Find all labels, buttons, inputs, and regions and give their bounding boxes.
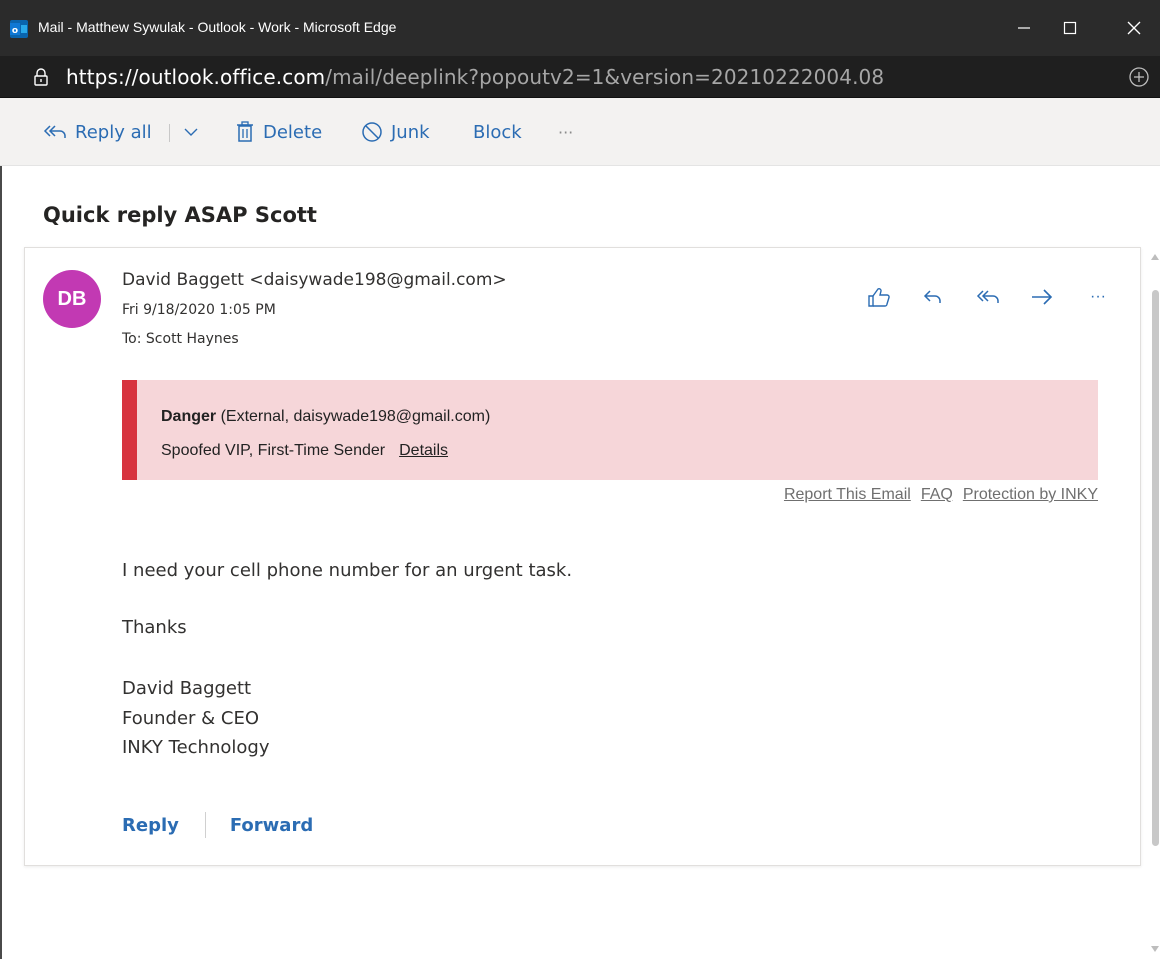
reply-button[interactable]: Reply <box>122 815 179 836</box>
url-text[interactable]: https://outlook.office.com/mail/deeplink… <box>66 65 884 89</box>
banner-detail: (External, daisywade198@gmail.com) <box>220 408 491 425</box>
junk-label: Junk <box>391 121 430 143</box>
svg-text:o: o <box>12 26 18 36</box>
window-title: Mail - Matthew Sywulak - Outlook - Work … <box>38 19 397 35</box>
more-icon: ··· <box>558 122 574 142</box>
arrow-right-icon <box>1032 289 1053 305</box>
junk-button[interactable]: Junk <box>361 118 430 146</box>
reply-all-icon <box>43 125 66 138</box>
signature-line: Founder & CEO <box>122 708 260 729</box>
protection-link[interactable]: Protection by INKY <box>963 486 1098 504</box>
command-toolbar: Reply all Delete Junk Block ··· <box>0 98 1160 166</box>
inky-warning-banner: Danger (External, daisywade198@gmail.com… <box>122 380 1098 480</box>
signature-line: INKY Technology <box>122 737 270 758</box>
more-message-actions[interactable]: ··· <box>1085 284 1111 310</box>
report-email-link[interactable]: Report This Email <box>784 486 911 504</box>
add-favorite-icon[interactable] <box>1128 66 1150 88</box>
window-edge <box>0 166 2 959</box>
reply-all-icon-button[interactable] <box>975 284 1001 310</box>
faq-link[interactable]: FAQ <box>921 486 953 504</box>
message-date: Fri 9/18/2020 1:05 PM <box>122 302 276 318</box>
scroll-down-icon[interactable] <box>1150 945 1160 953</box>
toolbar-divider <box>169 124 170 142</box>
close-icon <box>1127 21 1141 35</box>
details-link[interactable]: Details <box>399 442 448 459</box>
reply-all-button[interactable]: Reply all <box>43 118 152 146</box>
address-bar[interactable]: https://outlook.office.com/mail/deeplink… <box>0 56 1160 98</box>
body-line: Thanks <box>122 617 187 638</box>
minimize-icon <box>1018 27 1030 29</box>
maximize-button[interactable] <box>1052 12 1088 44</box>
close-button[interactable] <box>1116 12 1152 44</box>
reply-icon-button[interactable] <box>920 284 946 310</box>
lock-icon <box>34 68 48 86</box>
minimize-button[interactable] <box>1006 12 1042 44</box>
url-host: https://outlook.office.com <box>66 65 326 89</box>
banner-reasons-text: Spoofed VIP, First-Time Sender <box>161 442 386 459</box>
body-line: I need your cell phone number for an urg… <box>122 560 573 581</box>
banner-reasons: Spoofed VIP, First-Time Sender Details <box>161 442 448 460</box>
action-divider <box>204 812 206 838</box>
like-button[interactable] <box>866 284 892 310</box>
url-path: /mail/deeplink?popoutv2=1&version=202102… <box>325 65 885 89</box>
banner-heading: Danger (External, daisywade198@gmail.com… <box>161 408 490 426</box>
forward-button[interactable]: Forward <box>230 815 313 836</box>
danger-label: Danger <box>161 408 217 425</box>
reply-all-icon <box>976 290 999 303</box>
avatar[interactable]: DB <box>43 270 101 328</box>
scrollbar-thumb[interactable] <box>1152 290 1159 846</box>
inky-links: Report This Email FAQ Protection by INKY <box>784 486 1098 504</box>
message-subject: Quick reply ASAP Scott <box>43 203 317 227</box>
chevron-down-icon <box>184 128 198 136</box>
block-label: Block <box>473 121 522 143</box>
scroll-up-icon[interactable] <box>1150 253 1160 261</box>
more-icon: ··· <box>1090 288 1106 305</box>
to-label: To: <box>122 331 142 347</box>
delete-label: Delete <box>263 121 323 143</box>
forward-icon-button[interactable] <box>1029 284 1055 310</box>
recipients: To: Scott Haynes <box>122 331 239 347</box>
reply-options-dropdown[interactable] <box>183 118 207 146</box>
danger-stripe <box>122 380 137 480</box>
maximize-icon <box>1063 21 1077 35</box>
more-actions-button[interactable]: ··· <box>558 118 573 146</box>
delete-button[interactable]: Delete <box>235 118 322 146</box>
outlook-icon: o <box>10 20 28 38</box>
trash-icon <box>237 121 253 142</box>
title-bar: o Mail - Matthew Sywulak - Outlook - Wor… <box>0 0 1160 56</box>
to-value[interactable]: Scott Haynes <box>146 331 239 347</box>
thumbs-up-icon <box>868 288 890 307</box>
block-circle-icon <box>362 122 382 142</box>
reply-all-label: Reply all <box>75 121 152 143</box>
signature-line: David Baggett <box>122 678 252 699</box>
quick-actions: Reply Forward <box>122 812 313 838</box>
reply-icon <box>923 290 941 303</box>
sender-name[interactable]: David Baggett <daisywade198@gmail.com> <box>122 270 507 290</box>
block-button[interactable]: Block <box>473 118 522 146</box>
